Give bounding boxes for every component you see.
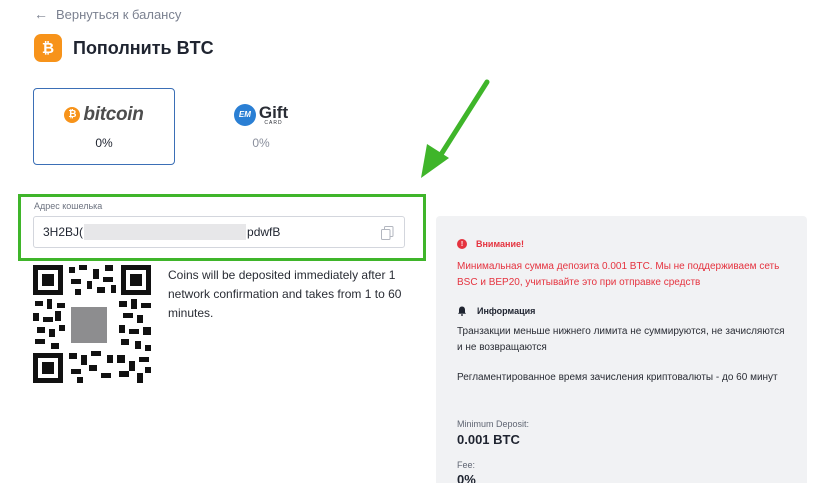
page-title: Пополнить BTC <box>73 37 214 58</box>
em-logo-icon: EM <box>233 103 256 126</box>
arrow-left-icon: ← <box>34 6 48 22</box>
bitcoin-wordmark: bitcoin <box>83 103 144 125</box>
bitcoin-logo-icon: ₿ <box>34 34 62 62</box>
bitcoin-brand-logo: ₿ bitcoin <box>64 103 144 126</box>
bitcoin-coin-icon: ₿ <box>64 106 81 123</box>
em-gift-card-logo: EM Gift CARD <box>233 102 289 126</box>
min-deposit-value: 0.001 BTC <box>457 432 520 447</box>
wallet-address-label: Адрес кошелька <box>34 201 103 211</box>
method-em-gift-card[interactable]: EM Gift CARD 0% <box>190 88 332 165</box>
info-title: Информация <box>477 306 536 316</box>
warning-icon: ! <box>457 239 467 249</box>
method-bitcoin[interactable]: ₿ bitcoin 0% <box>33 88 175 165</box>
info-text-limit: Транзакции меньше нижнего лимита не сумм… <box>457 326 785 353</box>
info-heading: Информация <box>457 306 535 316</box>
page-header: ₿ Пополнить BTC <box>34 34 214 62</box>
back-to-balance-link[interactable]: ← Вернуться к балансу <box>34 6 181 22</box>
wallet-address-field[interactable]: 3H2BJ( pdwfB <box>33 216 405 248</box>
info-text-timing: Регламентированное время зачисления крип… <box>457 372 778 383</box>
address-start: 3H2BJ( <box>43 225 84 239</box>
qr-code <box>33 265 151 383</box>
bell-icon <box>458 306 466 316</box>
method-gift-percent: 0% <box>252 135 270 150</box>
card-wordmark: CARD <box>264 119 283 126</box>
warning-text: Минимальная сумма депозита 0.001 BTC. Мы… <box>457 261 780 288</box>
address-redaction <box>84 224 247 240</box>
fee-value: 0% <box>457 472 476 483</box>
fee-label: Fee: <box>457 460 476 470</box>
annotation-arrow <box>421 79 490 178</box>
deposit-confirmation-note: Coins will be deposited immediately afte… <box>168 268 402 320</box>
gift-wordmark: Gift <box>258 102 289 122</box>
warning-heading: ! Внимание! <box>457 239 524 249</box>
min-deposit-label: Minimum Deposit: <box>457 419 530 429</box>
address-end: pdwfB <box>247 225 281 239</box>
copy-icon[interactable] <box>381 226 394 240</box>
warning-title: Внимание! <box>476 239 524 249</box>
method-bitcoin-percent: 0% <box>95 135 113 150</box>
deposit-info-panel: ! Внимание! Минимальная сумма депозита 0… <box>436 216 807 483</box>
back-link-label: Вернуться к балансу <box>56 6 182 22</box>
